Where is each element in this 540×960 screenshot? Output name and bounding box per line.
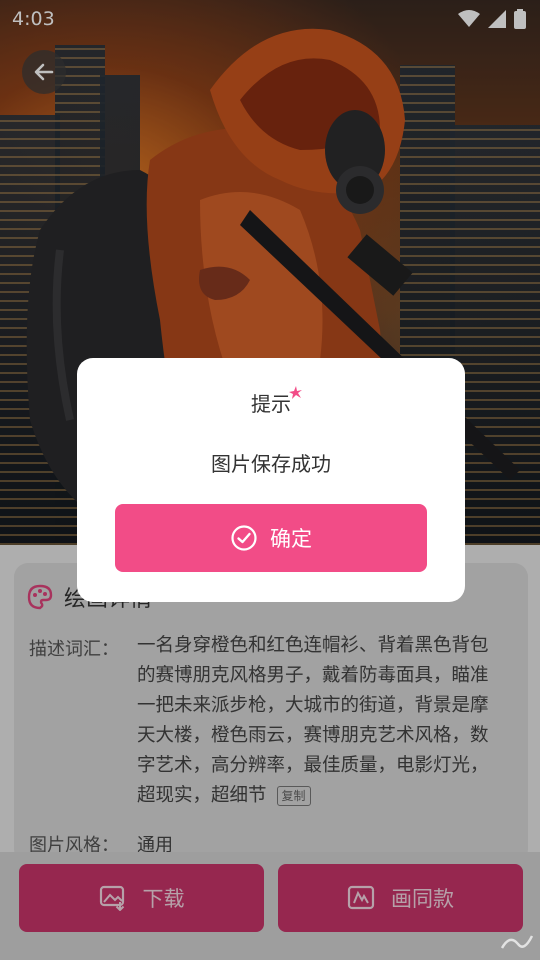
check-circle-icon: [231, 525, 257, 551]
confirm-label: 确定: [270, 527, 312, 551]
sparkle-icon: [289, 386, 302, 399]
watermark-logo-icon: [500, 935, 534, 949]
confirm-button[interactable]: 确定: [115, 504, 427, 572]
dialog-title: 提示: [251, 392, 291, 416]
alert-dialog: 提示 图片保存成功 确定: [77, 358, 465, 602]
dialog-message: 图片保存成功: [211, 452, 331, 476]
